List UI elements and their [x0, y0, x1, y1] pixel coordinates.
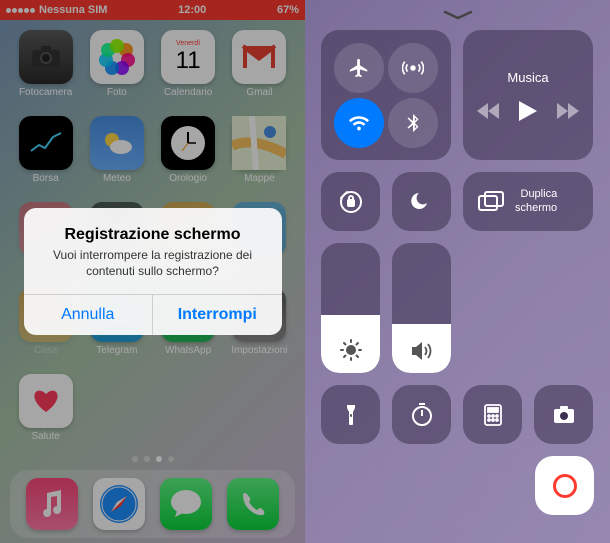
screen-record-button[interactable]: [535, 456, 594, 515]
wifi-button[interactable]: [334, 98, 384, 148]
alert-confirm-button[interactable]: Interrompi: [153, 295, 282, 335]
screen-mirroring-icon: [477, 190, 505, 214]
forward-icon[interactable]: [557, 103, 579, 119]
timer-button[interactable]: [392, 385, 451, 444]
bluetooth-button[interactable]: [388, 98, 438, 148]
alert-message: Vuoi interrompere la registrazione dei c…: [38, 248, 268, 279]
music-tile[interactable]: Musica: [463, 30, 593, 160]
orientation-lock-button[interactable]: [321, 172, 380, 231]
volume-icon: [410, 341, 434, 361]
brightness-icon: [340, 339, 362, 361]
airplane-mode-button[interactable]: [334, 43, 384, 93]
screen-mirroring-button[interactable]: Duplicaschermo: [463, 172, 593, 231]
flashlight-button[interactable]: [321, 385, 380, 444]
camera-button[interactable]: [534, 385, 593, 444]
music-label: Musica: [507, 70, 548, 85]
do-not-disturb-button[interactable]: [392, 172, 451, 231]
chevron-down-icon[interactable]: [443, 10, 473, 20]
alert-dialog: Registrazione schermo Vuoi interrompere …: [24, 208, 282, 334]
volume-slider[interactable]: [392, 243, 451, 373]
record-icon: [553, 474, 577, 498]
connectivity-tile: [321, 30, 451, 160]
alert-title: Registrazione schermo: [38, 226, 268, 244]
phone-control-center: Musica Duplicaschermo: [305, 0, 610, 543]
calculator-button[interactable]: [463, 385, 522, 444]
alert-dim-overlay: Registrazione schermo Vuoi interrompere …: [0, 0, 305, 543]
phone-home-screen: Nessuna SIM 12:00 67% Fotocamera Foto Ve…: [0, 0, 305, 543]
brightness-slider[interactable]: [321, 243, 380, 373]
play-icon[interactable]: [519, 101, 537, 121]
rewind-icon[interactable]: [477, 103, 499, 119]
alert-cancel-button[interactable]: Annulla: [24, 295, 154, 335]
cellular-data-button[interactable]: [388, 43, 438, 93]
